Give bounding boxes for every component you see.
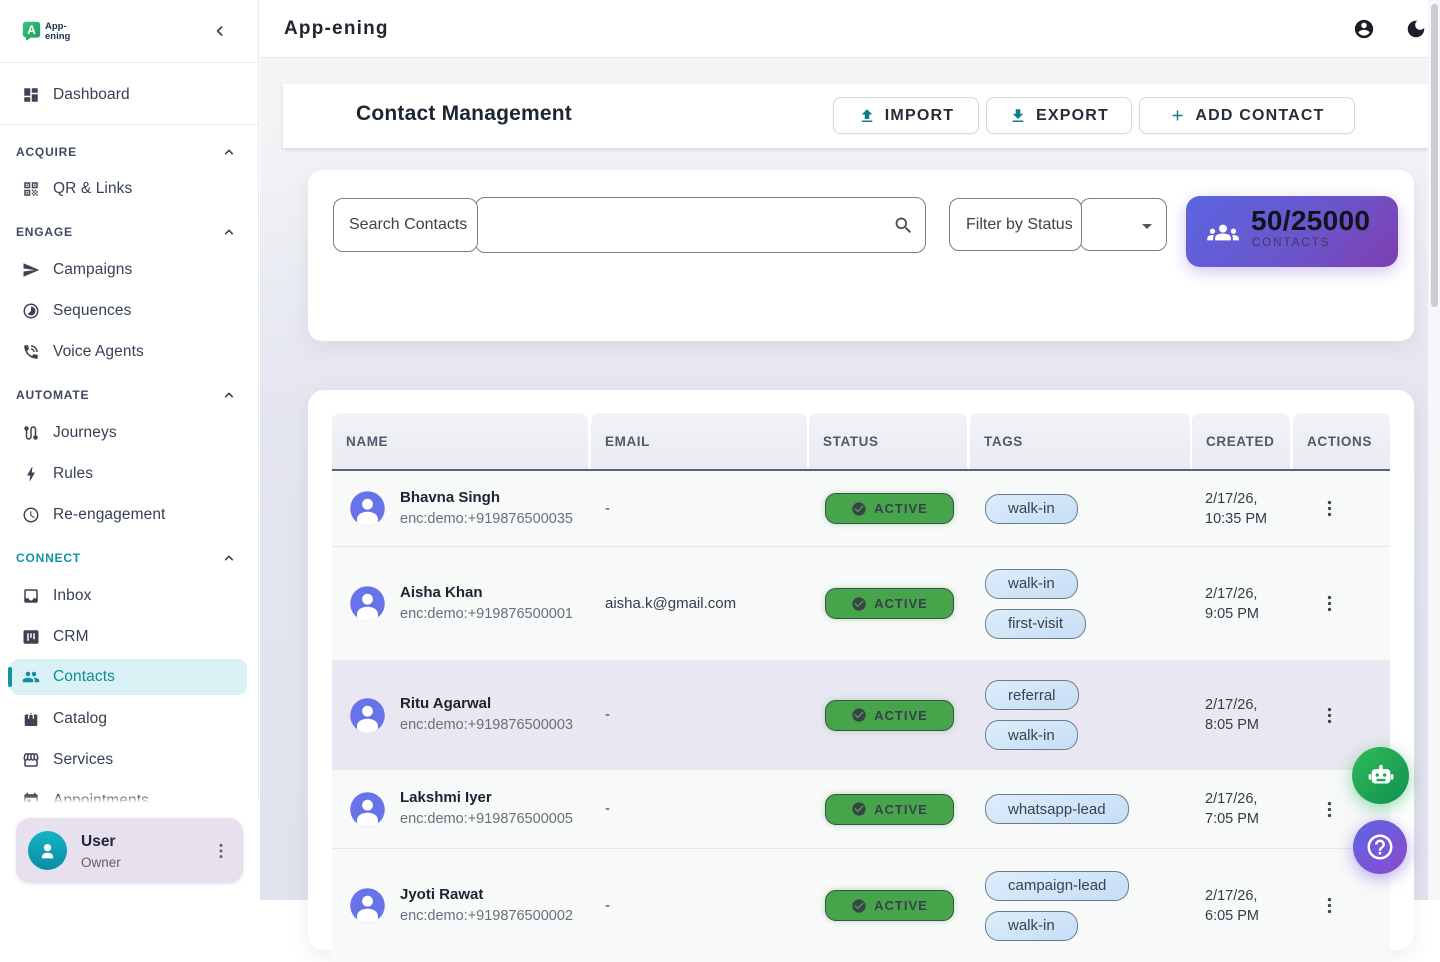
svg-text:A: A — [27, 23, 36, 37]
